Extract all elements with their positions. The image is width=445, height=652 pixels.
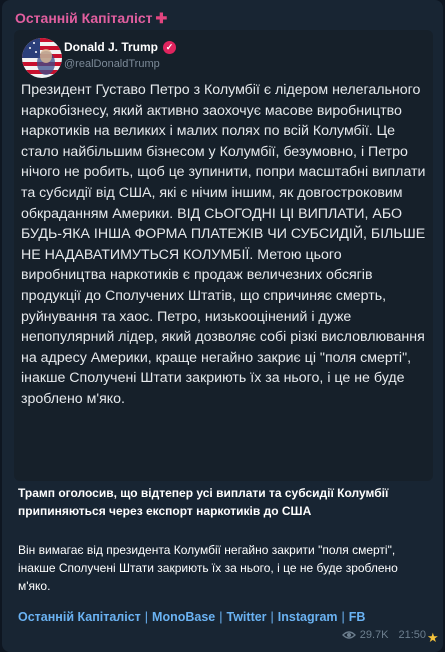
eye-icon bbox=[341, 631, 356, 639]
star-icon[interactable]: ★ bbox=[427, 631, 441, 645]
message-time: 21:50 bbox=[398, 629, 426, 641]
avatar bbox=[22, 38, 62, 78]
tweet-paragraph: Президент Густаво Петро з Колумбії є лід… bbox=[21, 82, 426, 407]
view-count: 29.7K bbox=[359, 629, 389, 641]
link-twitter[interactable]: Twitter bbox=[227, 610, 267, 624]
link-fb[interactable]: FB bbox=[349, 610, 366, 624]
link-separator: | bbox=[219, 610, 223, 624]
footer-links: Останній Капіталіст | MonoBase | Twitter | Ins… bbox=[18, 610, 365, 624]
tweet-text: Президент Густаво Петро з Колумбії є лід… bbox=[21, 80, 426, 410]
author-name-text: Donald J. Trump bbox=[64, 40, 159, 54]
message-bubble: Останній Капіталіст ✚ Donald J. Trump ✓ … bbox=[2, 0, 443, 652]
link-separator: | bbox=[270, 610, 274, 624]
link-separator: | bbox=[144, 610, 149, 624]
post-headline: Трамп оголосив, що відтепер усі виплати … bbox=[18, 486, 389, 518]
author-name: Donald J. Trump ✓ bbox=[64, 40, 177, 54]
tweet-screenshot[interactable]: Donald J. Trump ✓ @realDonaldTrump Прези… bbox=[14, 30, 433, 481]
link-separator: | bbox=[341, 610, 345, 624]
post-subtext: Він вимагає від президента Колумбії нега… bbox=[18, 543, 398, 593]
link-channel[interactable]: Останній Капіталіст bbox=[18, 610, 141, 624]
author-handle: @realDonaldTrump bbox=[64, 58, 160, 70]
channel-name[interactable]: Останній Капіталіст ✚ bbox=[15, 10, 167, 27]
link-monobase[interactable]: MonoBase bbox=[152, 610, 215, 624]
link-instagram[interactable]: Instagram bbox=[278, 610, 338, 624]
verified-badge-icon: ✓ bbox=[163, 40, 177, 54]
channel-name-text: Останній Капіталіст bbox=[15, 10, 153, 26]
flag-portrait-avatar-icon bbox=[22, 38, 62, 78]
message-meta: 29.7K 21:50 bbox=[341, 629, 426, 641]
plus-icon: ✚ bbox=[155, 10, 168, 26]
